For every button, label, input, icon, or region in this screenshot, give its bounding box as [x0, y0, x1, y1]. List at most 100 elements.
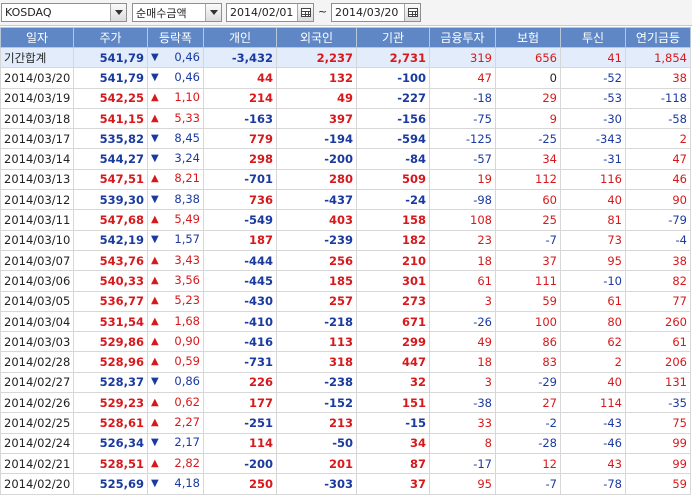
market-select[interactable]: KOSDAQ [1, 3, 127, 22]
up-triangle-icon: ▲ [151, 173, 159, 185]
cell-investment-trust: -52 [560, 67, 626, 89]
cell-pension: 131 [625, 371, 691, 394]
table-row[interactable]: 2014/03/06 540,33 ▲ 3,56 -445 185 301 61 111 -10 8… [0, 270, 691, 292]
cell-pension: 206 [625, 351, 691, 373]
table-row[interactable]: 2014/03/20 541,79 ▼ 0,46 44 132 -100 47 0 -52 38 [0, 67, 691, 89]
cell-change: ▼ 0,86 [147, 371, 204, 394]
cell-individual: 177 [203, 392, 277, 414]
up-triangle-icon: ▲ [151, 416, 159, 428]
start-date-calendar-button[interactable] [297, 4, 313, 21]
cell-pension: 260 [625, 310, 691, 333]
table-row[interactable]: 2014/02/27 528,37 ▼ 0,86 226 -238 32 3 -29 40 131 [0, 371, 691, 394]
cell-financial-investment: -125 [429, 128, 496, 150]
cell-price: 528,96 [73, 351, 148, 373]
cell-date: 기간합계 [0, 46, 74, 69]
cell-foreign: 403 [276, 209, 357, 231]
table-row[interactable]: 2014/03/05 536,77 ▲ 5,23 -430 257 273 3 59 61 77 [0, 290, 691, 312]
cell-foreign: -303 [276, 473, 357, 495]
cell-change: ▲ 3,43 [147, 249, 204, 272]
cell-individual: -731 [203, 351, 277, 373]
cell-investment-trust: 81 [560, 209, 626, 231]
cell-institution: 509 [356, 168, 430, 191]
cell-individual: -410 [203, 310, 277, 333]
table-row[interactable]: 2014/02/21 528,51 ▲ 2,82 -200 201 87 -17 12 43 99 [0, 452, 691, 475]
change-value: 3,43 [174, 252, 200, 267]
cell-date: 2014/03/03 [0, 331, 74, 353]
up-triangle-icon: ▲ [151, 356, 159, 368]
table-row[interactable]: 2014/02/28 528,96 ▲ 0,59 -731 318 447 18 83 2 206 [0, 351, 691, 373]
cell-date: 2014/03/14 [0, 148, 74, 170]
col-header-date[interactable]: 일자 [0, 27, 74, 48]
change-value: 2,17 [174, 435, 200, 450]
down-triangle-icon: ▼ [151, 153, 159, 165]
change-value: 0,86 [174, 374, 200, 389]
cell-date: 2014/03/07 [0, 249, 74, 272]
cell-insurance: 34 [495, 148, 561, 170]
cell-pension: -35 [625, 392, 691, 414]
table-row[interactable]: 2014/03/10 542,19 ▼ 1,57 187 -239 182 23 -7 73 -4 [0, 229, 691, 251]
cell-change: ▲ 0,62 [147, 392, 204, 414]
cell-price: 542,19 [73, 229, 148, 251]
cell-institution: -84 [356, 148, 430, 170]
table-row[interactable]: 2014/03/03 529,86 ▲ 0,90 -416 113 299 49 86 62 61 [0, 331, 691, 353]
cell-institution: 671 [356, 310, 430, 333]
table-row[interactable]: 2014/02/20 525,69 ▼ 4,18 250 -303 37 95 -7 -78 59 [0, 473, 691, 495]
start-date-field[interactable]: 2014/02/01 [226, 3, 314, 22]
end-date-field[interactable]: 2014/03/20 [331, 3, 421, 22]
table-row[interactable]: 2014/03/04 531,54 ▲ 1,68 -410 -218 671 -26 100 80… [0, 310, 691, 333]
cell-financial-investment: -18 [429, 87, 496, 109]
metric-select[interactable]: 순매수금액 [132, 3, 222, 22]
start-date-value[interactable]: 2014/02/01 [227, 6, 297, 19]
col-header-individual[interactable]: 개인 [203, 27, 277, 48]
cell-change: ▲ 0,59 [147, 351, 204, 373]
cell-pension: 38 [625, 249, 691, 272]
table-row[interactable]: 2014/03/12 539,30 ▼ 8,38 736 -437 -24 -98 60 40 90 [0, 189, 691, 211]
change-value: 2,82 [174, 455, 200, 470]
col-header-foreign[interactable]: 외국인 [276, 27, 357, 48]
cell-change: ▲ 1,10 [147, 87, 204, 109]
cell-foreign: -50 [276, 432, 357, 454]
market-dropdown-button[interactable] [110, 4, 126, 21]
table-row[interactable]: 2014/03/07 543,76 ▲ 3,43 -444 256 210 18 37 95 38 [0, 249, 691, 272]
period-total-row[interactable]: 기간합계 541,79 ▼ 0,46 -3,432 2,237 2,731 319 656 41 1… [0, 46, 691, 69]
cell-date: 2014/03/11 [0, 209, 74, 231]
cell-institution: -594 [356, 128, 430, 150]
change-value: 5,23 [174, 293, 200, 308]
cell-individual: 187 [203, 229, 277, 251]
col-header-pension[interactable]: 연기금등 [625, 27, 691, 48]
cell-price: 529,86 [73, 331, 148, 353]
end-date-value[interactable]: 2014/03/20 [332, 6, 404, 19]
metric-dropdown-button[interactable] [205, 4, 221, 21]
cell-financial-investment: 95 [429, 473, 496, 495]
cell-foreign: 257 [276, 290, 357, 312]
change-value: 5,49 [174, 212, 200, 227]
table-row[interactable]: 2014/02/24 526,34 ▼ 2,17 114 -50 34 8 -28 -46 99 [0, 432, 691, 454]
table-row[interactable]: 2014/02/26 529,23 ▲ 0,62 177 -152 151 -38 27 114-… [0, 392, 691, 414]
cell-investment-trust: 62 [560, 331, 626, 353]
col-header-insurance[interactable]: 보험 [495, 27, 561, 48]
table-row[interactable]: 2014/03/17 535,82 ▼ 8,45 779 -194 -594 -125 -25-… [0, 128, 691, 150]
end-date-calendar-button[interactable] [404, 4, 420, 21]
col-header-investment-trust[interactable]: 투신 [560, 27, 626, 48]
table-row[interactable]: 2014/02/25 528,61 ▲ 2,27 -251 213 -15 33 -2 -43 75 [0, 412, 691, 434]
cell-insurance: 59 [495, 290, 561, 312]
cell-investment-trust: 73 [560, 229, 626, 251]
cell-foreign: -194 [276, 128, 357, 150]
col-header-financial-investment[interactable]: 금융투자 [429, 27, 496, 48]
up-triangle-icon: ▲ [151, 112, 159, 124]
table-row[interactable]: 2014/03/19 542,25 ▲ 1,10 214 49 -227 -18 29 -53 -1… [0, 87, 691, 109]
table-row[interactable]: 2014/03/11 547,68 ▲ 5,49 -549 403 158 108 25 81 -7… [0, 209, 691, 231]
cell-change: ▲ 2,82 [147, 452, 204, 475]
cell-insurance: -7 [495, 473, 561, 495]
table-row[interactable]: 2014/03/13 547,51 ▲ 8,21 -701 280 509 19 112 116 4… [0, 168, 691, 191]
col-header-price[interactable]: 주가 [73, 27, 148, 48]
cell-foreign: 318 [276, 351, 357, 373]
table-row[interactable]: 2014/03/14 544,27 ▼ 3,24 298 -200 -84 -57 34 -31 4… [0, 148, 691, 170]
table-row[interactable]: 2014/03/18 541,15 ▲ 5,33 -163 397 -156 -75 9 -30-… [0, 107, 691, 130]
cell-pension: 47 [625, 148, 691, 170]
col-header-change[interactable]: 등락폭 [147, 27, 204, 48]
col-header-institution[interactable]: 기관 [356, 27, 430, 48]
cell-price: 528,37 [73, 371, 148, 394]
cell-date: 2014/03/12 [0, 189, 74, 211]
cell-change: ▲ 3,56 [147, 270, 204, 292]
